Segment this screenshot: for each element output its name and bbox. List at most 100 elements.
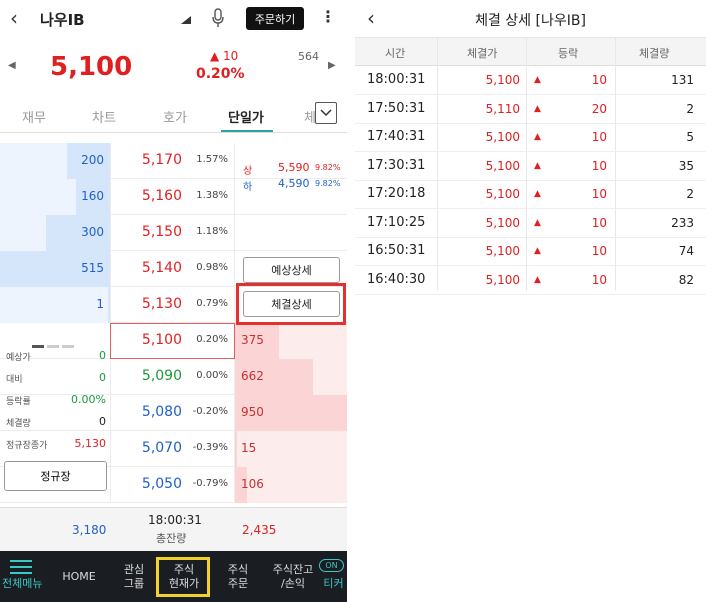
tab-single-price[interactable]: 단일가 bbox=[228, 107, 264, 126]
bid-qty-bar bbox=[235, 431, 238, 467]
tab-finance[interactable]: 재무 bbox=[22, 107, 46, 126]
hamburger-icon bbox=[10, 560, 32, 578]
up-arrow-icon: ▲ bbox=[534, 189, 541, 199]
total-summary: 3,180 18:00:31 총잔량 2,435 bbox=[0, 507, 347, 551]
lower-limit-label: 하 bbox=[243, 182, 253, 193]
next-stock-arrow-icon[interactable]: ▶ bbox=[328, 60, 336, 71]
info-value: 5,130 bbox=[74, 437, 107, 450]
ask-price: 5,170 bbox=[141, 152, 182, 168]
upper-limit-label: 상 bbox=[243, 166, 253, 177]
ask-price-cell: 5,140 0.98% bbox=[110, 251, 235, 287]
trade-qty: 233 bbox=[671, 215, 694, 230]
microphone-icon[interactable] bbox=[211, 8, 225, 28]
bid-total: 2,435 bbox=[242, 523, 277, 537]
trade-time: 18:00:31 bbox=[367, 72, 426, 87]
tab-orderbook[interactable]: 호가 bbox=[163, 107, 187, 126]
up-arrow-icon: ▲ bbox=[534, 132, 541, 142]
info-row: 등락률 0.00% bbox=[4, 391, 108, 413]
bid-qty: 15 bbox=[241, 441, 257, 455]
expected-info: 예상가 0 대비 0 등락률 0.00% 체결량 0 정규장종가 5,130 bbox=[4, 347, 108, 457]
dropdown-triangle-icon[interactable] bbox=[181, 16, 191, 24]
ask-qty: 200 bbox=[81, 153, 104, 167]
current-price: 5,100 bbox=[50, 52, 133, 82]
bid-qty-cell: 662 bbox=[235, 359, 347, 395]
trade-row: 17:50:31 5,110 ▲ 20 2 bbox=[355, 95, 706, 124]
bid-price-cell: 5,090 0.00% bbox=[110, 359, 235, 395]
info-value: 0 bbox=[99, 349, 106, 362]
trade-qty: 82 bbox=[678, 272, 694, 287]
ask-pct: 1.18% bbox=[196, 226, 228, 237]
ask-row[interactable]: 300 5,150 1.18% bbox=[0, 215, 347, 251]
trade-qty: 131 bbox=[671, 73, 694, 87]
nav-home-label: HOME bbox=[62, 569, 96, 583]
nav-all-menu-label: 전체메뉴 bbox=[2, 577, 43, 590]
more-menu-icon[interactable]: ⋮ bbox=[320, 7, 336, 26]
trade-change: 10 bbox=[591, 272, 607, 287]
bid-qty: 950 bbox=[241, 405, 264, 419]
ask-pct: 1.38% bbox=[196, 190, 228, 201]
back-chevron-icon[interactable]: ‹ bbox=[367, 6, 375, 30]
tab-chart[interactable]: 차트 bbox=[92, 107, 116, 126]
trade-change: 10 bbox=[591, 187, 607, 201]
trade-detail-screen: 체결 상세 [나우IB] ‹ 시간 체결가 등락 체결량 18:00:31 5,1… bbox=[355, 0, 706, 602]
nav-balance-label-1: 주식잔고 bbox=[272, 562, 314, 576]
trade-qty: 2 bbox=[686, 187, 694, 201]
bid-qty-cell: 15 bbox=[235, 431, 347, 467]
trade-qty: 5 bbox=[686, 130, 694, 144]
info-label: 정규장종가 bbox=[6, 441, 48, 451]
col-time: 시간 bbox=[385, 47, 406, 60]
trade-price: 5,110 bbox=[485, 101, 520, 116]
nav-home[interactable]: HOME bbox=[56, 551, 102, 602]
info-row: 대비 0 bbox=[4, 369, 108, 391]
trade-price: 5,100 bbox=[485, 244, 520, 258]
prev-stock-arrow-icon[interactable]: ◀ bbox=[8, 60, 16, 71]
stock-quote-screen: ‹ 나우IB 주문하기 ⋮ ◀ 5,100 ▲ 10 0.20% 564 ▶ 재… bbox=[0, 0, 347, 602]
ask-qty: 1 bbox=[96, 297, 104, 311]
nav-ticker-label: 티커 bbox=[323, 576, 344, 590]
bid-pct: -0.79% bbox=[192, 478, 228, 489]
bid-qty: 106 bbox=[241, 477, 264, 491]
bid-price: 5,090 bbox=[141, 368, 182, 384]
bid-qty-cell: 950 bbox=[235, 395, 347, 431]
trade-price: 5,100 bbox=[485, 187, 520, 201]
nav-stock-order[interactable]: 주식 주문 bbox=[216, 551, 260, 602]
summary-time: 18:00:31 bbox=[148, 513, 202, 527]
col-price: 체결가 bbox=[467, 47, 498, 60]
ask-total: 3,180 bbox=[72, 523, 107, 537]
nav-balance-label-2: /손익 bbox=[281, 576, 305, 590]
info-value: 0 bbox=[99, 415, 106, 428]
trade-time: 17:50:31 bbox=[367, 100, 426, 116]
trade-row: 17:20:18 5,100 ▲ 10 2 bbox=[355, 180, 706, 209]
expected-detail-button[interactable]: 예상상세 bbox=[243, 257, 340, 283]
detail-header: 체결 상세 [나우IB] ‹ bbox=[355, 0, 706, 38]
info-row: 정규장종가 5,130 bbox=[4, 435, 108, 457]
detail-title: 체결 상세 [나우IB] bbox=[475, 13, 586, 29]
up-arrow-icon: ▲ bbox=[534, 246, 541, 256]
nav-balance[interactable]: 주식잔고 /손익 bbox=[266, 551, 320, 602]
nav-interest-group[interactable]: 관심 그룹 bbox=[112, 551, 156, 602]
ask-price-cell: 5,160 1.38% bbox=[110, 179, 235, 215]
bid-pct: 0.00% bbox=[196, 370, 228, 381]
upper-limit-pct: 9.82% bbox=[315, 163, 341, 172]
trade-row: 18:00:31 5,100 ▲ 10 131 bbox=[355, 66, 706, 95]
order-button[interactable]: 주문하기 bbox=[246, 7, 304, 30]
ticker-on-toggle[interactable]: ON bbox=[319, 559, 344, 572]
bid-price: 5,070 bbox=[141, 440, 182, 456]
up-arrow-icon: ▲ bbox=[534, 75, 541, 85]
ask-pct: 1.57% bbox=[196, 154, 228, 165]
up-arrow-icon: ▲ bbox=[534, 160, 541, 171]
regular-session-button[interactable]: 정규장 bbox=[4, 461, 107, 491]
back-chevron-icon[interactable]: ‹ bbox=[10, 6, 18, 30]
trade-price: 5,100 bbox=[485, 272, 520, 287]
tab-more-chevron-down-icon[interactable] bbox=[315, 102, 337, 124]
col-change: 등락 bbox=[558, 47, 579, 60]
info-label: 등락률 bbox=[6, 397, 31, 407]
trade-qty: 35 bbox=[678, 158, 694, 173]
stock-name[interactable]: 나우IB bbox=[40, 9, 85, 30]
nav-all-menu[interactable]: 전체메뉴 bbox=[0, 551, 46, 602]
info-value: 0.00% bbox=[71, 393, 106, 406]
trade-qty: 74 bbox=[678, 244, 694, 258]
ask-price-cell: 5,170 1.57% bbox=[110, 143, 235, 179]
trade-time: 17:30:31 bbox=[367, 157, 426, 173]
info-label: 대비 bbox=[6, 375, 23, 385]
